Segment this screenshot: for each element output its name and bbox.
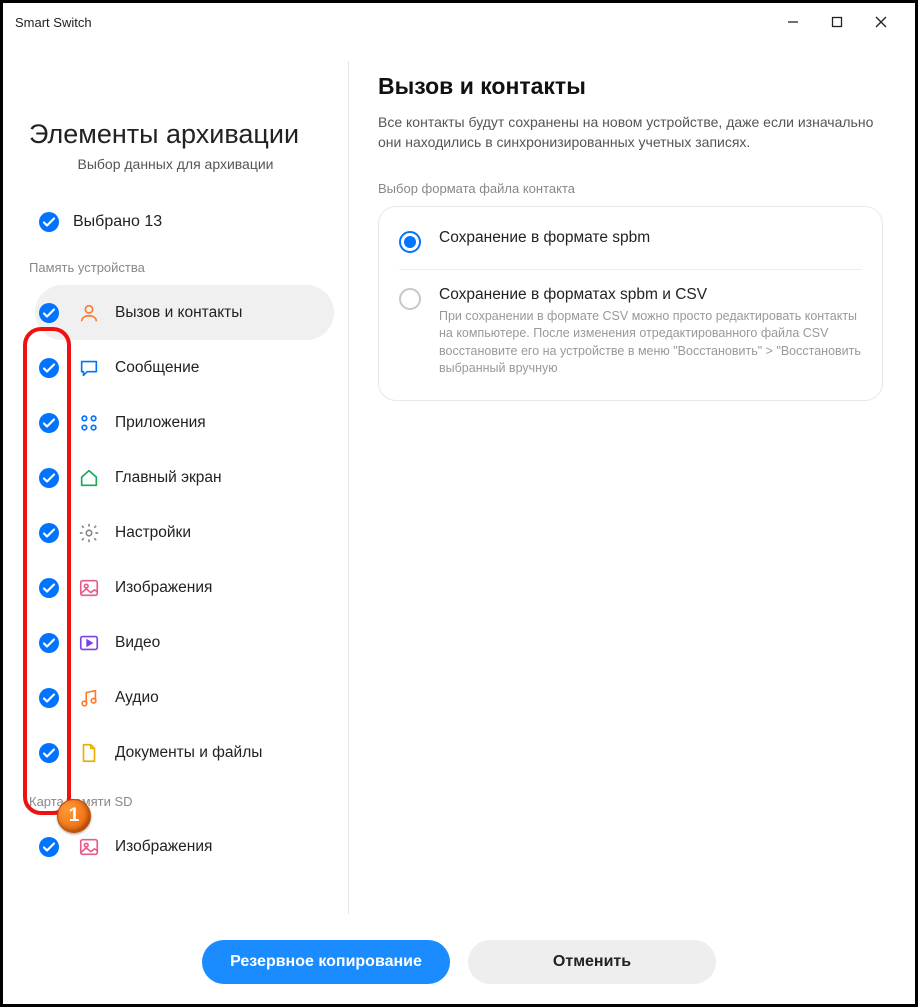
option-title: Сохранение в формате spbm — [439, 229, 862, 247]
sidebar-item-label: Изображения — [115, 579, 212, 597]
maximize-button[interactable] — [815, 5, 859, 39]
sidebar-item-homescreen[interactable]: Главный экран — [35, 450, 334, 505]
check-icon — [39, 743, 59, 763]
sidebar-item-label: Вызов и контакты — [115, 304, 242, 322]
sidebar-item-apps[interactable]: Приложения — [35, 395, 334, 450]
check-icon — [39, 633, 59, 653]
sidebar-subheading: Выбор данных для архивации — [3, 156, 348, 212]
footer: Резервное копирование Отменить — [3, 940, 915, 984]
check-icon — [39, 688, 59, 708]
selected-count-row[interactable]: Выбрано 13 — [3, 212, 348, 232]
sidebar-item-label: Видео — [115, 634, 160, 652]
vertical-divider — [348, 61, 349, 914]
sidebar-item-label: Изображения — [115, 838, 212, 856]
cancel-button[interactable]: Отменить — [468, 940, 716, 984]
sidebar-item-label: Документы и файлы — [115, 744, 262, 762]
radio-selected-icon — [399, 231, 421, 253]
window-title: Smart Switch — [15, 15, 92, 30]
sidebar-item-settings[interactable]: Настройки — [35, 505, 334, 560]
check-icon — [39, 212, 59, 232]
document-icon — [77, 741, 101, 765]
format-group-label: Выбор формата файла контакта — [378, 181, 883, 196]
message-icon — [77, 356, 101, 380]
option-title: Сохранение в форматах spbm и CSV — [439, 286, 862, 304]
check-icon — [39, 413, 59, 433]
check-icon — [39, 468, 59, 488]
check-icon — [39, 578, 59, 598]
backup-button[interactable]: Резервное копирование — [202, 940, 450, 984]
sidebar-item-label: Настройки — [115, 524, 191, 542]
check-icon — [39, 358, 59, 378]
titlebar: Smart Switch — [3, 3, 915, 41]
check-icon — [39, 523, 59, 543]
image-icon — [77, 576, 101, 600]
sidebar-item-video[interactable]: Видео — [35, 615, 334, 670]
annotation-badge-1: 1 — [57, 799, 91, 833]
group-device-storage: Память устройства — [3, 260, 348, 285]
detail-panel: Вызов и контакты Все контакты будут сохр… — [348, 41, 915, 1004]
sidebar-item-messages[interactable]: Сообщение — [35, 340, 334, 395]
sidebar-item-label: Аудио — [115, 689, 159, 707]
video-icon — [77, 631, 101, 655]
sidebar: Элементы архивации Выбор данных для архи… — [3, 41, 348, 1004]
selected-count-label: Выбрано 13 — [73, 213, 162, 231]
detail-description: Все контакты будут сохранены на новом ус… — [378, 112, 878, 153]
contacts-icon — [77, 301, 101, 325]
sidebar-item-audio[interactable]: Аудио — [35, 670, 334, 725]
minimize-button[interactable] — [771, 5, 815, 39]
sidebar-item-label: Главный экран — [115, 469, 222, 487]
format-options-card: Сохранение в формате spbm Сохранение в ф… — [378, 206, 883, 401]
check-icon — [39, 303, 59, 323]
radio-unselected-icon — [399, 288, 421, 310]
sidebar-item-contacts[interactable]: Вызов и контакты — [35, 285, 334, 340]
close-button[interactable] — [859, 5, 903, 39]
sidebar-item-documents[interactable]: Документы и файлы — [35, 725, 334, 780]
option-spbm[interactable]: Сохранение в формате spbm — [379, 213, 882, 269]
detail-heading: Вызов и контакты — [378, 73, 883, 100]
image-icon — [77, 835, 101, 859]
sidebar-item-images[interactable]: Изображения — [35, 560, 334, 615]
gear-icon — [77, 521, 101, 545]
audio-icon — [77, 686, 101, 710]
check-icon — [39, 837, 59, 857]
option-spbm-csv[interactable]: Сохранение в форматах spbm и CSV При сох… — [399, 269, 862, 394]
option-description: При сохранении в формате CSV можно прост… — [439, 308, 862, 378]
sidebar-heading: Элементы архивации — [3, 69, 348, 156]
home-icon — [77, 466, 101, 490]
sidebar-item-label: Сообщение — [115, 359, 199, 377]
sidebar-item-label: Приложения — [115, 414, 206, 432]
apps-icon — [77, 411, 101, 435]
group-sd-card: Карта памяти SD — [3, 794, 348, 819]
